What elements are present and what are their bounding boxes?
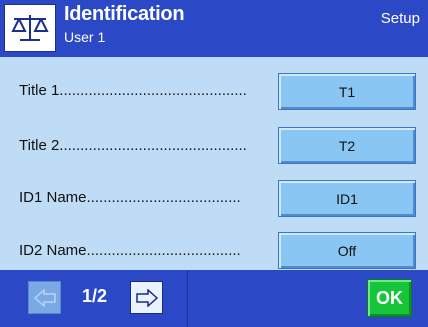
page-indicator: 1/2: [82, 286, 108, 306]
header-bar: Identification User 1 Setup: [0, 0, 428, 57]
row-label-id1: ID1 Name................................…: [19, 189, 241, 206]
leader-dots: ........................................…: [59, 137, 247, 154]
settings-panel: Title 1.................................…: [0, 57, 428, 270]
title1-button[interactable]: T1: [278, 73, 416, 110]
identification-screen: Identification User 1 Setup Title 1.....…: [0, 0, 428, 327]
footer-divider: [187, 270, 188, 327]
row-label-title1: Title 1.................................…: [19, 82, 247, 99]
row-label-id2: ID2 Name................................…: [19, 242, 241, 259]
prev-page-button: [28, 281, 61, 314]
row-label-text: ID1 Name: [19, 189, 87, 206]
row-label-title2: Title 2.................................…: [19, 137, 247, 154]
next-page-button[interactable]: [130, 281, 163, 314]
arrow-left-icon: [33, 288, 56, 307]
ok-button[interactable]: OK: [367, 279, 412, 317]
leader-dots: ........................................…: [59, 82, 247, 99]
id1-button[interactable]: ID1: [278, 180, 416, 217]
leader-dots: .....................................: [86, 242, 241, 259]
page-title: Identification: [64, 3, 185, 25]
footer-bar: 1/2 OK: [0, 270, 428, 327]
row-label-text: ID2 Name: [19, 242, 87, 259]
leader-dots: .....................................: [86, 189, 241, 206]
row-label-text: Title 2: [19, 137, 60, 154]
balance-scale-icon: [4, 4, 56, 52]
row-label-text: Title 1: [19, 82, 60, 99]
title2-button[interactable]: T2: [278, 127, 416, 164]
id2-button[interactable]: Off: [278, 232, 416, 269]
page-subtitle: User 1: [64, 29, 106, 45]
arrow-right-icon: [135, 288, 158, 307]
mode-label: Setup: [380, 10, 420, 27]
